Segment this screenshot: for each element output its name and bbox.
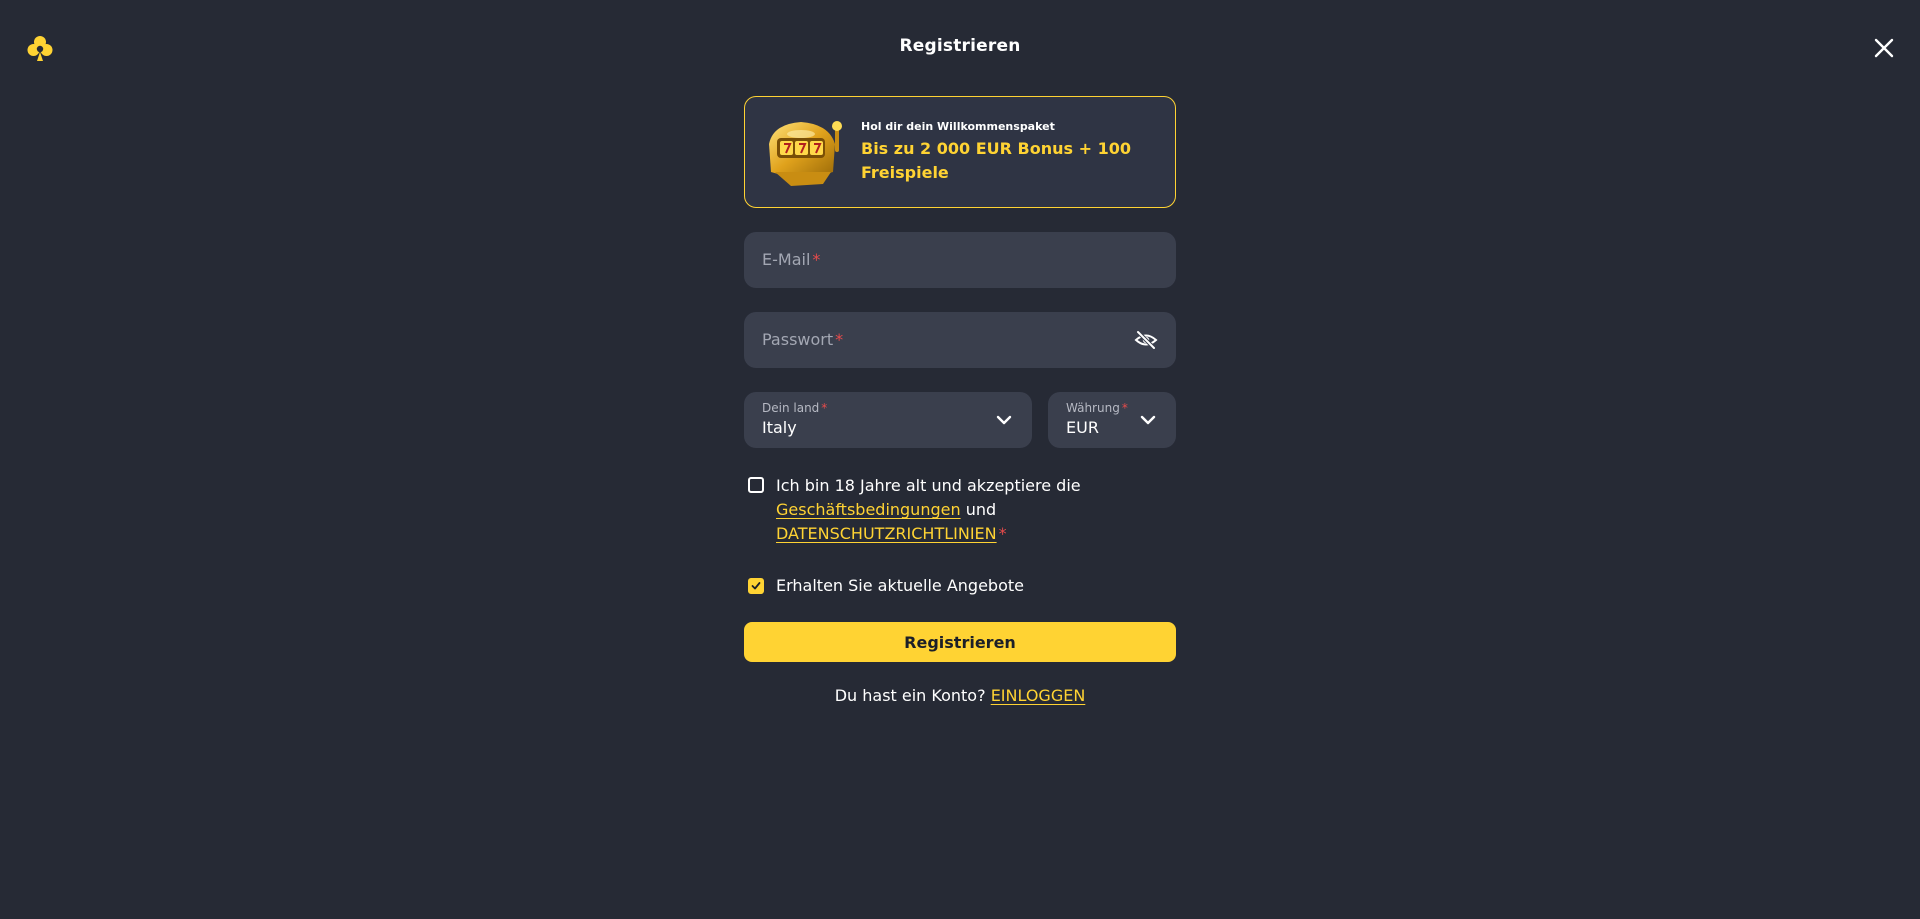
chevron-down-icon	[996, 415, 1012, 425]
login-link[interactable]: EINLOGGEN	[991, 686, 1086, 705]
country-label: Dein land *	[762, 401, 828, 415]
login-prompt: Du hast ein Konto? EINLOGGEN	[834, 686, 1086, 705]
chevron-down-icon	[1140, 415, 1156, 425]
register-button[interactable]: Registrieren	[744, 622, 1176, 662]
terms-text: Ich bin 18 Jahre alt und akzeptiere die …	[776, 476, 1081, 543]
currency-label: Währung *	[1066, 401, 1128, 415]
currency-select[interactable]: Währung * EUR	[1048, 392, 1176, 448]
welcome-bonus-banner: Hol dir dein Willkommenspaket Bis zu 2 0…	[744, 96, 1176, 208]
currency-value: EUR	[1066, 418, 1099, 437]
offers-label: Erhalten Sie aktuelle Angebote	[776, 576, 1024, 595]
terms-row: Ich bin 18 Jahre alt und akzeptiere die …	[744, 474, 1176, 546]
offers-row: Erhalten Sie aktuelle Angebote	[744, 574, 1176, 598]
privacy-link[interactable]: DATENSCHUTZRICHTLINIEN	[776, 524, 997, 543]
page-title: Registrieren	[899, 36, 1021, 56]
offers-checkbox[interactable]	[748, 578, 764, 594]
promo-headline: Bis zu 2 000 EUR Bonus + 100 Freispiele	[861, 138, 1131, 182]
password-field[interactable]: Passwort *	[744, 312, 1176, 368]
country-value: Italy	[762, 418, 797, 437]
required-mark: *	[835, 330, 844, 349]
registration-form: Hol dir dein Willkommenspaket Bis zu 2 0…	[744, 96, 1176, 705]
slot-machine-icon	[769, 121, 842, 186]
eye-off-icon[interactable]	[1134, 328, 1158, 352]
promo-subtitle: Hol dir dein Willkommenspaket	[861, 119, 1055, 133]
check-icon	[751, 582, 761, 590]
country-select[interactable]: Dein land * Italy	[744, 392, 1032, 448]
registration-page: Registrieren Hol dir dein Willkommenspak…	[0, 0, 1920, 919]
email-placeholder: E-Mail *	[762, 250, 821, 269]
close-icon[interactable]	[1872, 36, 1896, 60]
terms-checkbox[interactable]	[748, 477, 764, 493]
required-mark: *	[812, 250, 821, 269]
email-field[interactable]: E-Mail *	[744, 232, 1176, 288]
password-placeholder: Passwort *	[762, 330, 844, 349]
terms-link[interactable]: Geschäftsbedingungen	[776, 500, 961, 519]
